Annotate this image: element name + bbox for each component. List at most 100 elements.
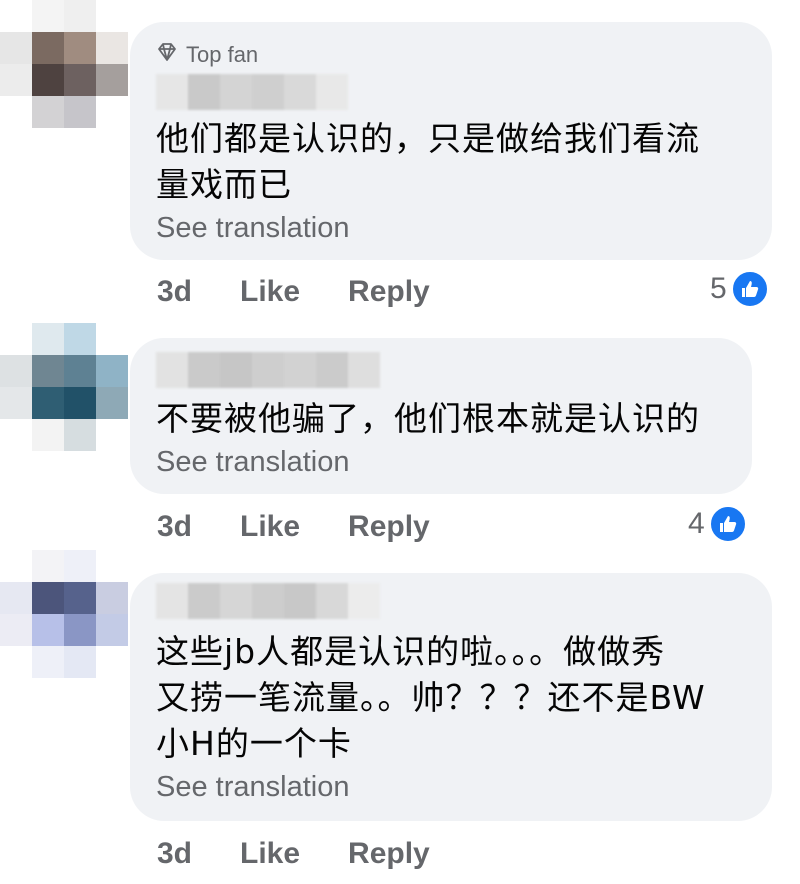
avatar-pixel [32, 419, 64, 451]
avatar-pixel [0, 32, 32, 64]
avatar-pixel [64, 614, 96, 646]
commenter-name[interactable] [156, 583, 752, 619]
avatar-pixel [0, 582, 32, 614]
avatar-pixel [96, 96, 128, 128]
avatar-pixel [96, 550, 128, 582]
avatar-pixel [0, 646, 32, 678]
avatar-pixel [0, 64, 32, 96]
comment-actions: 3d Like Reply [157, 507, 478, 547]
commenter-name[interactable] [156, 74, 752, 110]
avatar-pixel [32, 614, 64, 646]
name-blur-block [156, 583, 188, 619]
avatar-pixel [0, 419, 32, 451]
name-blur-block [284, 74, 316, 110]
avatar-pixel [0, 614, 32, 646]
avatar-pixel [32, 387, 64, 419]
name-blur-block [284, 352, 316, 388]
reply-button[interactable]: Reply [348, 275, 430, 309]
avatar-pixel [0, 96, 32, 128]
avatar-pixel [64, 387, 96, 419]
reply-button[interactable]: Reply [348, 510, 430, 544]
diamond-icon [156, 42, 178, 68]
avatar-pixel [64, 419, 96, 451]
reaction-summary[interactable]: 5 [710, 270, 769, 308]
name-blur-block [252, 352, 284, 388]
name-blur-block [220, 583, 252, 619]
avatar-pixel [0, 0, 32, 32]
avatar-pixel [96, 0, 128, 32]
like-icon [708, 505, 747, 543]
name-blur-block [316, 352, 348, 388]
comment-text: 他们都是认识的，只是做给我们看流 量戏而已 [156, 119, 700, 204]
avatar-pixel [64, 355, 96, 387]
name-blur-block [220, 352, 252, 388]
avatar-pixel [64, 550, 96, 582]
avatar[interactable] [0, 323, 128, 451]
name-blur-block [252, 583, 284, 619]
avatar-pixel [96, 387, 128, 419]
avatar[interactable] [0, 0, 128, 128]
reaction-summary[interactable]: 4 [688, 505, 747, 543]
comment-timestamp[interactable]: 3d [157, 837, 192, 871]
name-blur-block [252, 74, 284, 110]
avatar-pixel [32, 96, 64, 128]
avatar-pixel [64, 32, 96, 64]
top-fan-label: Top fan [186, 42, 259, 67]
name-blur-block [316, 74, 348, 110]
name-blur-block [188, 583, 220, 619]
like-icon [730, 270, 769, 308]
like-button[interactable]: Like [240, 275, 300, 309]
avatar-pixel [64, 323, 96, 355]
comment-text: 这些jb人都是认识的啦。。。做做秀 又捞一笔流量。。帅？？？还不是BW 小H的一… [156, 632, 706, 763]
avatar-pixel [0, 323, 32, 355]
avatar-pixel [96, 614, 128, 646]
like-button[interactable]: Like [240, 837, 300, 871]
avatar-pixel [32, 582, 64, 614]
avatar-pixel [32, 355, 64, 387]
like-button[interactable]: Like [240, 510, 300, 544]
commenter-name[interactable] [156, 352, 732, 388]
avatar[interactable] [0, 550, 128, 678]
name-blur-block [220, 74, 252, 110]
see-translation-link[interactable]: See translation [156, 208, 752, 248]
avatar-pixel [96, 646, 128, 678]
comment-bubble: 不要被他骗了，他们根本就是认识的 See translation [130, 338, 752, 494]
comment-timestamp[interactable]: 3d [157, 510, 192, 544]
avatar-pixel [64, 96, 96, 128]
name-blur-block [156, 352, 188, 388]
avatar-pixel [0, 550, 32, 582]
avatar-pixel [32, 550, 64, 582]
avatar-pixel [64, 64, 96, 96]
comment-bubble: 这些jb人都是认识的啦。。。做做秀 又捞一笔流量。。帅？？？还不是BW 小H的一… [130, 573, 772, 821]
name-blur-block [284, 583, 316, 619]
reply-button[interactable]: Reply [348, 837, 430, 871]
avatar-pixel [96, 323, 128, 355]
reaction-count: 5 [710, 272, 727, 305]
name-blur-block [348, 352, 380, 388]
avatar-pixel [64, 582, 96, 614]
avatar-pixel [96, 64, 128, 96]
avatar-pixel [0, 355, 32, 387]
comment-actions: 3d Like Reply [157, 834, 478, 874]
name-blur-block [316, 583, 348, 619]
comment-actions: 3d Like Reply [157, 272, 478, 312]
comment-timestamp[interactable]: 3d [157, 275, 192, 309]
avatar-pixel [32, 64, 64, 96]
avatar-pixel [64, 0, 96, 32]
avatar-pixel [64, 646, 96, 678]
name-blur-block [156, 74, 188, 110]
avatar-pixel [96, 419, 128, 451]
avatar-pixel [32, 323, 64, 355]
reaction-count: 4 [688, 507, 705, 540]
avatar-pixel [32, 646, 64, 678]
avatar-pixel [96, 355, 128, 387]
see-translation-link[interactable]: See translation [156, 767, 752, 807]
name-blur-block [188, 74, 220, 110]
avatar-pixel [96, 582, 128, 614]
comment-text: 不要被他骗了，他们根本就是认识的 [156, 399, 700, 438]
avatar-pixel [96, 32, 128, 64]
avatar-pixel [32, 0, 64, 32]
comment-bubble: Top fan 他们都是认识的，只是做给我们看流 量戏而已 See transl… [130, 22, 772, 260]
avatar-pixel [0, 387, 32, 419]
see-translation-link[interactable]: See translation [156, 442, 732, 482]
